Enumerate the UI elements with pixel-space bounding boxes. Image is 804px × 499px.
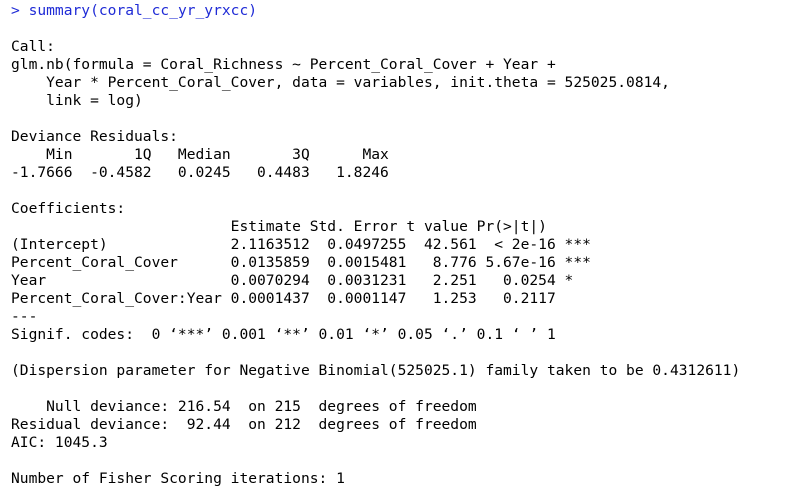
output-line: Deviance Residuals: bbox=[11, 128, 178, 145]
output-line: Percent_Coral_Cover 0.0135859 0.0015481 … bbox=[11, 254, 591, 271]
summary-output: Call: glm.nb(formula = Coral_Richness ~ P… bbox=[11, 20, 804, 488]
output-line: glm.nb(formula = Coral_Richness ~ Percen… bbox=[11, 56, 556, 73]
output-line: (Intercept) 2.1163512 0.0497255 42.561 <… bbox=[11, 236, 591, 253]
output-line: AIC: 1045.3 bbox=[11, 434, 108, 451]
output-line: Null deviance: 216.54 on 215 degrees of … bbox=[11, 398, 477, 415]
output-line: Residual deviance: 92.44 on 212 degrees … bbox=[11, 416, 477, 433]
output-line: Coefficients: bbox=[11, 200, 126, 217]
output-line: Year 0.0070294 0.0031231 2.251 0.0254 * bbox=[11, 272, 574, 289]
output-line: Estimate Std. Error t value Pr(>|t|) bbox=[11, 218, 547, 235]
command-text: summary(coral_cc_yr_yrxcc) bbox=[28, 2, 258, 19]
console-prompt: > bbox=[11, 2, 29, 19]
output-line: Signif. codes: 0 ‘***’ 0.001 ‘**’ 0.01 ‘… bbox=[11, 326, 556, 343]
output-line: Min 1Q Median 3Q Max bbox=[11, 146, 389, 163]
output-line: link = log) bbox=[11, 92, 143, 109]
r-console-output[interactable]: > summary(coral_cc_yr_yrxcc) Call: glm.nb… bbox=[0, 0, 804, 499]
output-line: Number of Fisher Scoring iterations: 1 bbox=[11, 470, 345, 487]
output-line: --- bbox=[11, 308, 38, 325]
output-line: -1.7666 -0.4582 0.0245 0.4483 1.8246 bbox=[11, 164, 389, 181]
output-line: Percent_Coral_Cover:Year 0.0001437 0.000… bbox=[11, 290, 556, 307]
command-line: > summary(coral_cc_yr_yrxcc) bbox=[11, 2, 804, 20]
output-line: Year * Percent_Coral_Cover, data = varia… bbox=[11, 74, 670, 91]
output-line: (Dispersion parameter for Negative Binom… bbox=[11, 362, 741, 379]
output-line: Call: bbox=[11, 38, 55, 55]
